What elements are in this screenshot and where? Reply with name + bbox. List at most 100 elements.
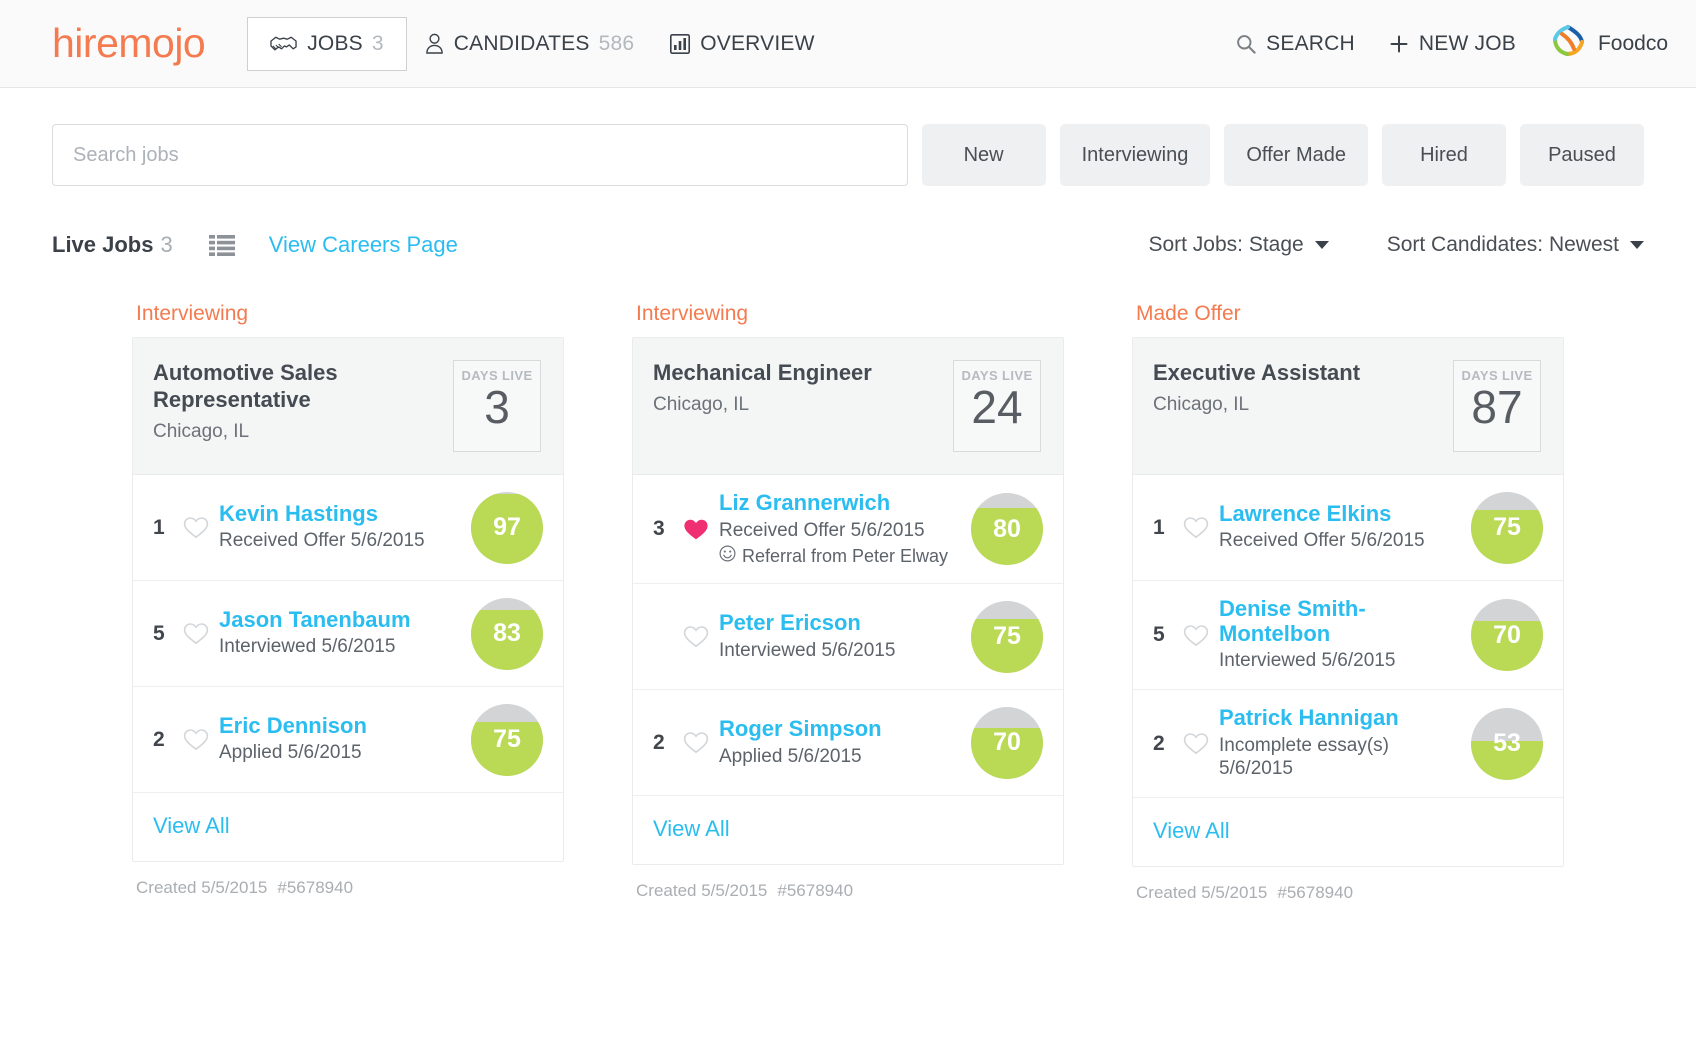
view-all-link[interactable]: View All — [1133, 798, 1563, 866]
job-created-date: Created 5/5/2015 — [136, 878, 268, 897]
smiley-icon — [719, 545, 736, 567]
candidate-status: Applied 5/6/2015 — [219, 742, 362, 764]
candidate-name[interactable]: Roger Simpson — [719, 717, 961, 742]
filter-offer-made[interactable]: Offer Made — [1224, 124, 1368, 186]
nav-tab-candidates-count: 586 — [598, 31, 635, 55]
favorite-heart-icon[interactable] — [675, 625, 719, 648]
filter-hired[interactable]: Hired — [1382, 124, 1506, 186]
search-input[interactable] — [52, 124, 908, 186]
days-live-box: DAYS LIVE 87 — [1453, 360, 1541, 452]
candidate-score-value: 70 — [993, 728, 1021, 757]
days-live-value: 24 — [971, 381, 1023, 433]
filter-new[interactable]: New — [921, 124, 1046, 186]
candidate-row[interactable]: 5 Denise Smith-Montelbon Interviewed 5/6… — [1133, 581, 1563, 690]
candidate-details: Peter Ericson Interviewed 5/6/2015 — [719, 611, 971, 662]
job-card-column: Interviewing Automotive Sales Representa… — [132, 302, 564, 903]
favorite-heart-icon[interactable] — [175, 516, 219, 539]
app-logo[interactable]: hiremojo — [52, 23, 206, 64]
days-live-value: 87 — [1471, 381, 1523, 433]
candidate-name[interactable]: Jason Tanenbaum — [219, 607, 461, 633]
candidate-name[interactable]: Peter Ericson — [719, 611, 961, 636]
job-card-header[interactable]: Mechanical Engineer Chicago, IL DAYS LIV… — [633, 338, 1063, 475]
sort-candidates-dropdown[interactable]: Sort Candidates: Newest — [1387, 233, 1644, 257]
candidate-rank: 5 — [153, 621, 165, 645]
favorite-heart-filled-icon[interactable] — [675, 518, 719, 541]
view-all-link[interactable]: View All — [633, 796, 1063, 864]
job-card: Mechanical Engineer Chicago, IL DAYS LIV… — [632, 337, 1064, 866]
candidate-row[interactable]: 5 Jason Tanenbaum Interviewed 5/6/2015 8… — [133, 581, 563, 687]
favorite-heart-icon[interactable] — [1175, 732, 1219, 755]
nav-tab-jobs[interactable]: JOBS 3 — [247, 16, 407, 71]
candidate-score-value: 75 — [493, 725, 521, 753]
candidate-score: 70 — [971, 706, 1043, 779]
candidate-name[interactable]: Eric Dennison — [219, 713, 461, 739]
candidate-row[interactable]: Peter Ericson Interviewed 5/6/2015 75 — [633, 584, 1063, 691]
nav-tab-candidates[interactable]: CANDIDATES 586 — [407, 20, 652, 68]
candidate-row[interactable]: 1 Kevin Hastings Received Offer 5/6/2015… — [133, 475, 563, 581]
sort-jobs-dropdown[interactable]: Sort Jobs: Stage — [1148, 233, 1329, 257]
favorite-heart-icon[interactable] — [175, 728, 219, 751]
candidate-rank: 1 — [153, 515, 165, 539]
days-live-box: DAYS LIVE 24 — [953, 360, 1041, 452]
candidate-score-value: 83 — [493, 619, 521, 647]
job-card-header[interactable]: Executive Assistant Chicago, IL DAYS LIV… — [1133, 338, 1563, 475]
candidate-note-text: Referral from Peter Elway — [742, 545, 949, 566]
candidate-name[interactable]: Liz Grannerwich — [719, 490, 961, 516]
candidate-score: 97 — [471, 491, 543, 564]
job-stage-label: Interviewing — [136, 302, 249, 325]
top-navigation-bar: hiremojo JOBS 3 CANDIDATES 586 OVERVIEW … — [0, 0, 1696, 88]
candidate-score-value: 70 — [1493, 620, 1521, 649]
job-stage-label: Interviewing — [636, 302, 749, 325]
candidate-row[interactable]: 2 Roger Simpson Applied 5/6/2015 70 — [633, 690, 1063, 797]
candidate-rank: 1 — [1153, 515, 1165, 539]
candidate-row[interactable]: 1 Lawrence Elkins Received Offer 5/6/201… — [1133, 475, 1563, 581]
job-card: Executive Assistant Chicago, IL DAYS LIV… — [1132, 337, 1564, 868]
new-job-button[interactable]: NEW JOB — [1389, 24, 1516, 64]
job-title[interactable]: Executive Assistant — [1153, 360, 1360, 387]
favorite-heart-icon[interactable] — [1175, 624, 1219, 647]
filter-paused[interactable]: Paused — [1520, 124, 1644, 186]
handshake-icon — [270, 34, 297, 54]
favorite-heart-icon[interactable] — [175, 622, 219, 645]
candidate-name[interactable]: Patrick Hannigan — [1219, 705, 1461, 731]
person-icon — [425, 33, 444, 54]
candidate-name[interactable]: Kevin Hastings — [219, 501, 461, 527]
job-location: Chicago, IL — [153, 420, 250, 442]
job-title[interactable]: Automotive Sales Representative — [153, 360, 403, 414]
view-all-link[interactable]: View All — [133, 793, 563, 861]
sort-controls: Sort Jobs: Stage Sort Candidates: Newest — [1148, 233, 1644, 257]
candidate-score-value: 75 — [1493, 513, 1521, 541]
job-created-date: Created 5/5/2015 — [636, 881, 768, 901]
candidate-row[interactable]: 2 Patrick Hannigan Incomplete essay(s) 5… — [1133, 690, 1563, 799]
company-logo-icon — [1550, 24, 1586, 64]
job-card-footer: Created 5/5/2015 #5678940 — [632, 865, 1064, 901]
nav-tab-candidates-label: CANDIDATES — [453, 31, 590, 55]
candidate-name[interactable]: Lawrence Elkins — [1219, 501, 1461, 527]
filter-interviewing[interactable]: Interviewing — [1059, 124, 1211, 186]
search-button[interactable]: SEARCH — [1236, 24, 1355, 64]
candidate-row[interactable]: 3 Liz Grannerwich Received Offer 5/6/201… — [633, 475, 1063, 585]
live-jobs-toolbar: Live Jobs 3 View Careers Page Sort Jobs:… — [0, 186, 1696, 258]
candidate-details: Kevin Hastings Received Offer 5/6/2015 — [219, 501, 471, 553]
candidate-row[interactable]: 2 Eric Dennison Applied 5/6/2015 75 — [133, 687, 563, 793]
job-card-column: Made Offer Executive Assistant Chicago, … — [1132, 302, 1564, 903]
favorite-heart-icon[interactable] — [675, 731, 719, 754]
job-card-header[interactable]: Automotive Sales Representative Chicago,… — [133, 338, 563, 475]
list-view-icon[interactable] — [208, 234, 235, 256]
candidate-score: 75 — [471, 703, 543, 776]
plus-icon — [1389, 34, 1409, 54]
candidate-name[interactable]: Denise Smith-Montelbon — [1219, 596, 1461, 646]
job-card-footer: Created 5/5/2015 #5678940 — [1132, 867, 1564, 903]
view-careers-page-link[interactable]: View Careers Page — [269, 232, 458, 258]
company-account[interactable]: Foodco — [1550, 24, 1668, 64]
job-title[interactable]: Mechanical Engineer — [653, 360, 872, 387]
days-live-box: DAYS LIVE 3 — [453, 360, 541, 452]
nav-tab-jobs-label: JOBS — [307, 31, 363, 55]
candidate-score: 75 — [971, 600, 1043, 673]
candidate-score: 53 — [1471, 707, 1543, 780]
candidate-score-value: 53 — [1493, 729, 1521, 758]
live-jobs-count: 3 — [160, 232, 173, 257]
job-cards-container: Interviewing Automotive Sales Representa… — [0, 258, 1696, 903]
nav-tab-overview[interactable]: OVERVIEW — [652, 20, 832, 68]
favorite-heart-icon[interactable] — [1175, 516, 1219, 539]
